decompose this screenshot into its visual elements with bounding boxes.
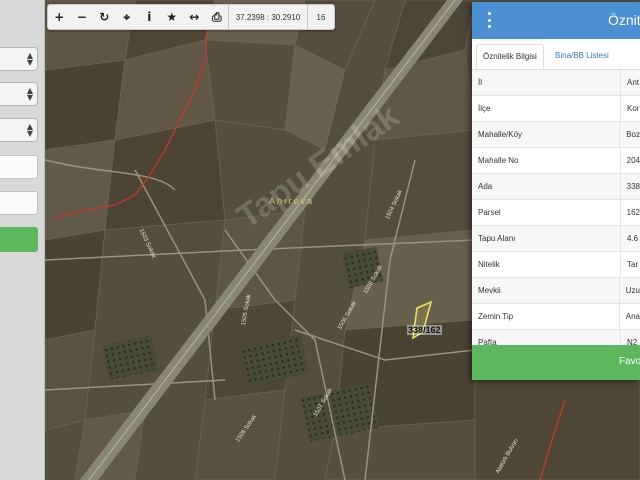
table-row: Zemin Tip Ana: [472, 304, 640, 330]
attribute-key: Zemin Tip: [472, 304, 620, 329]
attribute-value: 338: [626, 182, 640, 191]
attribute-key: Tapu Alanı: [472, 226, 621, 251]
attribute-key: Parsel: [472, 200, 621, 225]
star-icon[interactable]: ★: [161, 5, 184, 29]
print-icon[interactable]: ⎙: [206, 5, 229, 29]
attribute-table: İl Ant İlçe Kor Mahalle/Köy Boz Mahalle No 204 A…: [472, 70, 640, 356]
table-row: İl Ant: [472, 70, 640, 96]
tab-building-list[interactable]: Bina/BB Listesi: [549, 44, 615, 69]
attribute-key: İl: [472, 70, 621, 95]
attribute-key: Nitelik: [472, 252, 621, 277]
table-row: Mahalle No 204: [472, 148, 640, 174]
attribute-value: 162: [626, 208, 640, 217]
zoom-in-icon[interactable]: +: [48, 5, 71, 29]
zoom-level-readout: 16: [316, 12, 326, 22]
attribute-value: Ana: [625, 312, 640, 321]
zoom-out-icon[interactable]: −: [71, 5, 94, 29]
neighborhood-select[interactable]: ▲ ▼: [0, 118, 38, 142]
table-row: Ada 338: [472, 174, 640, 200]
coordinate-readout: 37.2398 : 30.2910: [228, 5, 308, 29]
attribute-value: Tar: [627, 260, 639, 269]
table-row: Mahalle/Köy Boz: [472, 122, 640, 148]
locate-icon[interactable]: ⌖: [116, 5, 139, 29]
left-filter-panel: ▲ ▼ ▲ ▼ ▲ ▼: [0, 0, 45, 480]
district-select[interactable]: ▲ ▼: [0, 82, 38, 106]
refresh-icon[interactable]: ↻: [93, 5, 116, 29]
attribute-key: Mahalle/Köy: [472, 122, 621, 147]
place-label: Ahırova: [269, 196, 315, 206]
map-toolbar: + − ↻ ⌖ i ★ ↔ ⎙ 37.2398 : 30.2910 16: [47, 4, 335, 30]
attribute-value: 204: [626, 156, 640, 165]
parcel-label[interactable]: 338/162: [407, 325, 442, 335]
attribute-value: 4.6: [627, 234, 639, 243]
attribute-key: Ada: [472, 174, 621, 199]
attribute-value: Uzu: [625, 286, 640, 295]
updown-arrow-icon: ▲ ▼: [26, 51, 33, 67]
attribute-value: Ant: [627, 78, 640, 87]
attribute-key: Mahalle No: [472, 148, 621, 173]
table-row: Mevkii Uzu: [472, 278, 640, 304]
query-button[interactable]: [0, 227, 38, 252]
tab-attribute-info[interactable]: Öznitelik Bilgisi: [476, 44, 544, 69]
updown-arrow-icon: ▲ ▼: [26, 86, 33, 102]
table-row: Tapu Alanı 4.6: [472, 226, 640, 252]
table-row: İlçe Kor: [472, 96, 640, 122]
attribute-key: Mevkii: [472, 278, 620, 303]
panel-tabs: Öznitelik Bilgisi Bina/BB Listesi: [472, 39, 640, 70]
parcel-input[interactable]: [0, 191, 38, 215]
attribute-panel: Öznitelik Öznitelik Bilgisi Bina/BB List…: [472, 2, 640, 380]
province-select[interactable]: ▲ ▼: [0, 47, 38, 71]
panel-title: Öznitelik: [608, 12, 640, 28]
updown-arrow-icon: ▲ ▼: [26, 122, 33, 138]
table-row: Nitelik Tar: [472, 252, 640, 278]
info-icon[interactable]: i: [138, 5, 161, 29]
measure-icon[interactable]: ↔: [183, 5, 206, 29]
favorite-button[interactable]: Favo: [472, 345, 640, 380]
attribute-key: İlçe: [472, 96, 621, 121]
attribute-value: Boz: [626, 130, 640, 139]
favorite-button-label: Favo: [619, 356, 640, 367]
table-row: Parsel 162: [472, 200, 640, 226]
panel-header: Öznitelik: [472, 2, 640, 39]
attribute-value: Kor: [627, 104, 640, 113]
vertical-dots-menu-icon[interactable]: [484, 12, 494, 28]
block-input[interactable]: [0, 155, 38, 179]
